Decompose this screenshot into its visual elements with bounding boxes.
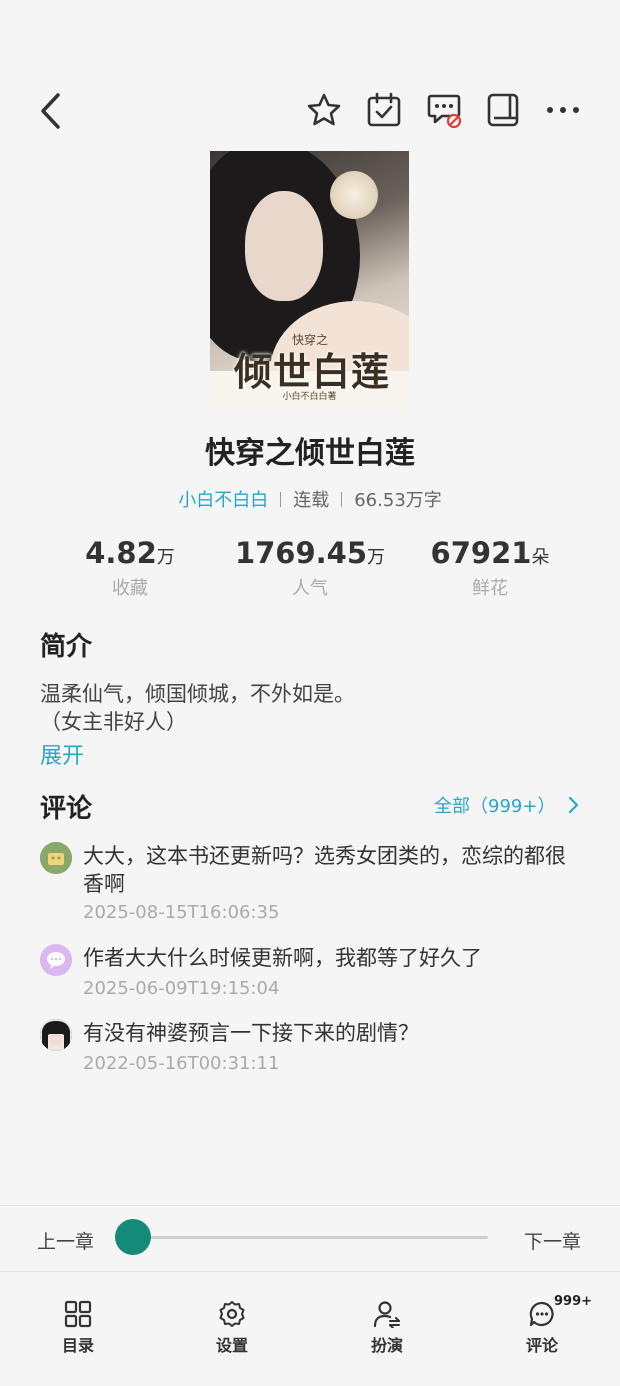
cover-title: 倾世白莲 [233, 349, 390, 394]
comment-text: 大大，这本书还更新吗？选秀女团类的，恋综的都很香啊 [83, 844, 566, 896]
tab-label: 目录 [61, 1336, 94, 1355]
cover-flower [330, 171, 378, 219]
cover-face [245, 191, 323, 301]
comment-text: 作者大大什么时候更新啊，我都等了好久了 [83, 946, 482, 970]
comment-time: 2025-08-15T16:06:35 [83, 902, 280, 923]
tab-label: 扮演 [370, 1336, 403, 1355]
intro-heading: 简介 [40, 632, 93, 662]
tab-settings[interactable]: 设置 [192, 1300, 272, 1356]
stat-value: 1769.45 [234, 536, 368, 570]
chat-icon [529, 1301, 554, 1327]
stat-label: 人气 [292, 578, 328, 599]
book-title: 快穿之倾世白莲 [205, 436, 415, 471]
prev-chapter-button[interactable]: 上一章 [37, 1227, 94, 1254]
word-count: 66.53万字 [354, 490, 442, 511]
next-chapter-button[interactable]: 下一章 [524, 1227, 581, 1254]
cover-author: 小白不白白著 [282, 392, 337, 402]
avatar[interactable] [40, 944, 72, 976]
divider [0, 1271, 620, 1272]
intro-line: （女主非好人） [40, 710, 187, 734]
comment-time: 2025-06-09T19:15:04 [83, 978, 280, 999]
avatar[interactable] [40, 1019, 72, 1051]
tab-roleplay[interactable]: 扮演 [347, 1300, 427, 1356]
stat-value: 67921 [430, 536, 532, 570]
chapter-progress-thumb[interactable] [115, 1219, 151, 1255]
avatar[interactable] [40, 842, 72, 874]
comments-heading: 评论 [40, 794, 93, 824]
star-icon[interactable] [306, 92, 342, 128]
tab-label: 设置 [215, 1336, 248, 1355]
comment-time: 2022-05-16T00:31:11 [83, 1053, 280, 1074]
more-icon[interactable] [544, 92, 582, 128]
chevron-right-icon [569, 796, 579, 814]
gear-icon [219, 1301, 245, 1327]
back-icon[interactable] [38, 92, 64, 130]
stat-label: 收藏 [112, 578, 148, 599]
grid-icon [64, 1300, 92, 1328]
stat-unit: 万 [156, 547, 175, 568]
person-swap-icon [373, 1301, 400, 1328]
meta-divider [280, 492, 282, 507]
stat-favorites: 4.82万 收藏 [40, 536, 220, 600]
stat-label: 鲜花 [472, 578, 508, 599]
book-cover[interactable]: 快穿之 倾世白莲 小白不白白著 [210, 151, 409, 410]
intro-line: 温柔仙气，倾国倾城，不外如是。 [40, 682, 355, 706]
intro-text: 温柔仙气，倾国倾城，不外如是。 （女主非好人） [40, 680, 580, 736]
author-link[interactable]: 小白不白白 [178, 490, 268, 511]
all-comments-label: 全部（999+） [434, 796, 556, 817]
stat-popularity: 1769.45万 人气 [220, 536, 400, 600]
meta-divider [341, 492, 343, 507]
tab-label: 评论 [525, 1336, 558, 1355]
tab-catalog[interactable]: 目录 [38, 1300, 118, 1356]
stat-unit: 万 [367, 547, 386, 568]
comment-count-badge: 999+ [554, 1294, 593, 1309]
book-icon[interactable] [486, 92, 522, 128]
top-bar [0, 80, 620, 140]
divider [0, 1205, 620, 1206]
all-comments-link[interactable]: 全部（999+） [434, 792, 579, 818]
stat-value: 4.82 [85, 536, 157, 570]
book-meta: 小白不白白 连载 66.53万字 [0, 486, 620, 512]
stat-flowers: 67921朵 鲜花 [400, 536, 580, 600]
stat-unit: 朵 [531, 547, 550, 568]
expand-link[interactable]: 展开 [40, 738, 84, 770]
comment-text: 有没有神婆预言一下接下来的剧情？ [83, 1021, 419, 1045]
book-status: 连载 [293, 490, 330, 511]
calendar-check-icon[interactable] [366, 92, 402, 128]
comment-blocked-icon[interactable] [426, 92, 462, 128]
chapter-progress-track[interactable] [132, 1236, 488, 1239]
